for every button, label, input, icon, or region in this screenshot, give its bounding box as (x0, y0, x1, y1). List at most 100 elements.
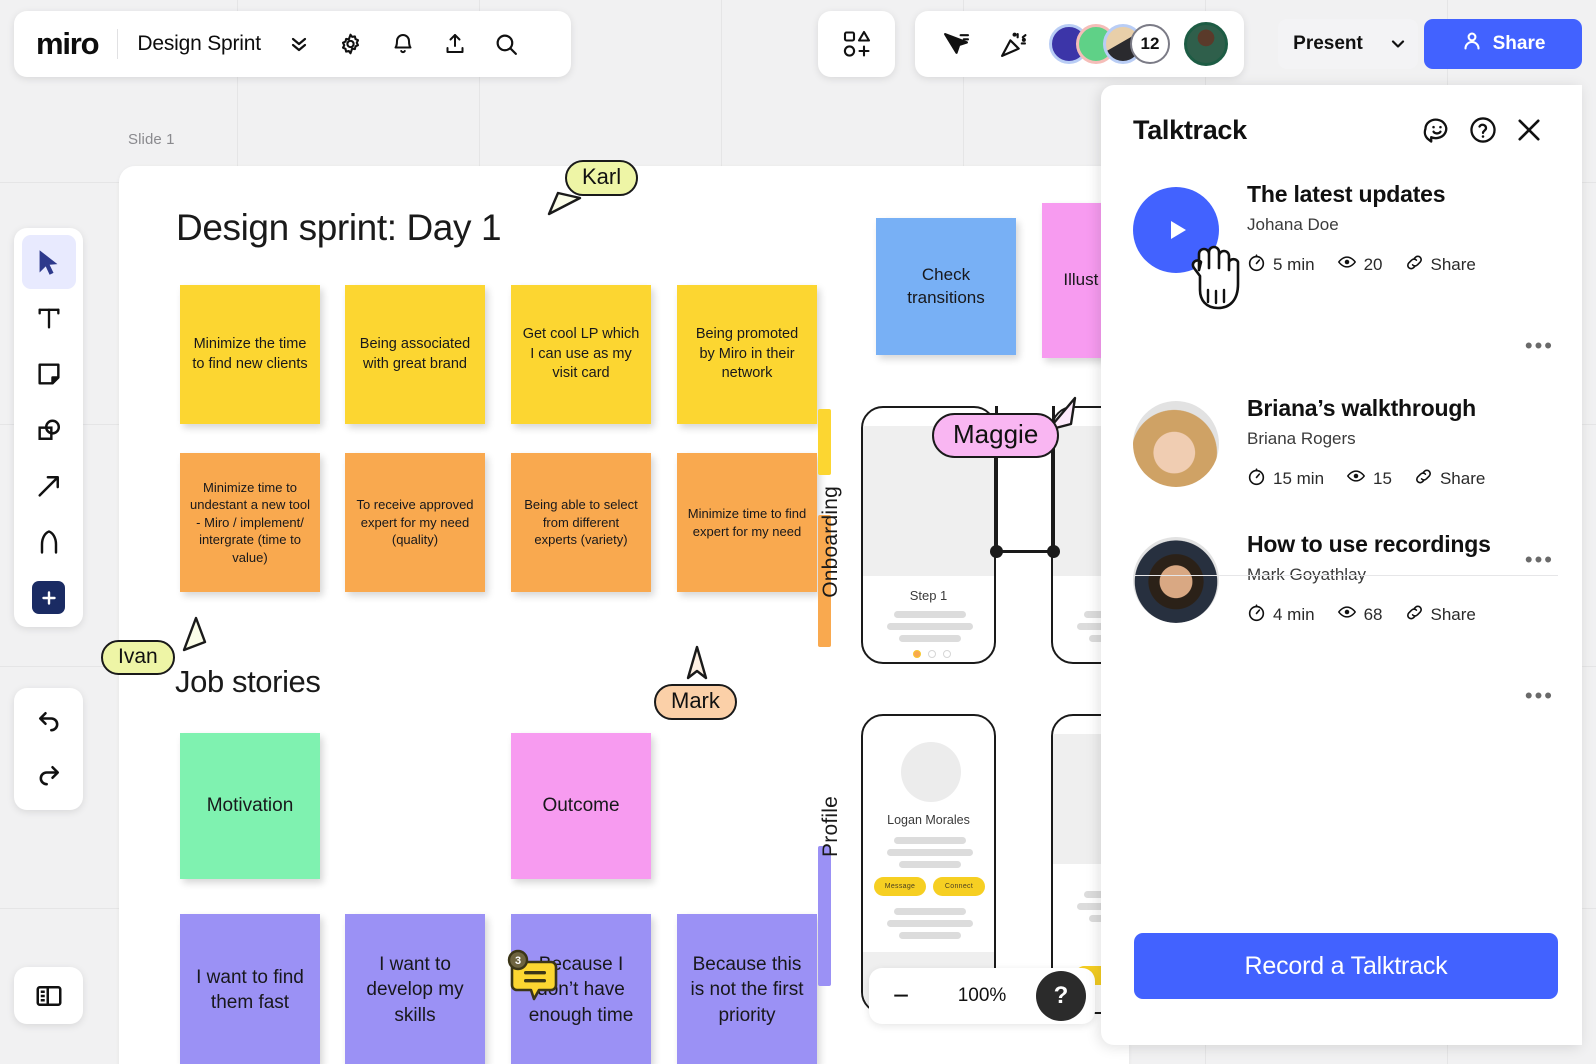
bell-icon[interactable] (381, 22, 425, 66)
gear-icon[interactable] (329, 22, 373, 66)
share-meta[interactable]: Share (1414, 467, 1485, 491)
duration-meta: 5 min (1247, 253, 1315, 277)
more-options-button[interactable]: ••• (1525, 683, 1554, 709)
sticky-note[interactable]: Minimize the time to find new clients (180, 285, 320, 424)
feedback-smiley-icon[interactable] (1414, 107, 1460, 153)
present-button[interactable]: Present (1278, 33, 1378, 55)
share-meta[interactable]: Share (1405, 603, 1476, 627)
close-icon[interactable] (1506, 107, 1552, 153)
more-options-button[interactable]: ••• (1525, 333, 1554, 359)
sticky-note[interactable]: I want to find them fast (180, 914, 320, 1064)
redo-icon[interactable] (22, 749, 76, 803)
sticky-note[interactable]: Get cool LP which I can use as my visit … (511, 285, 651, 424)
duration-value: 5 min (1273, 254, 1315, 274)
talktrack-item-meta: 15 min 15 Share (1247, 466, 1558, 491)
talktrack-item-title[interactable]: The latest updates (1247, 181, 1558, 208)
sticky-note[interactable]: I want to develop my skills (345, 914, 485, 1064)
sticky-note-tool[interactable] (22, 347, 76, 401)
sticky-note[interactable]: Outcome (511, 733, 651, 879)
cursor-pointer-mark (681, 642, 713, 689)
present-control[interactable]: Present (1278, 19, 1418, 69)
left-toolbar (14, 228, 83, 627)
top-toolbar: miro Design Sprint (14, 11, 571, 77)
help-button[interactable]: ? (1036, 971, 1086, 1021)
sticky-note[interactable]: Check transitions (876, 218, 1016, 355)
divider (1133, 575, 1558, 576)
connector-dot (990, 545, 1003, 558)
select-tool[interactable] (21, 235, 76, 289)
sticky-note[interactable]: Minimize time to find expert for my need (677, 453, 817, 592)
views-meta: 68 (1337, 602, 1383, 627)
sticky-note-text: Because this is not the first priority (690, 953, 804, 1026)
wireframe-line (899, 861, 961, 868)
chevron-down-icon[interactable] (1378, 35, 1418, 53)
avatar-overflow-count[interactable]: 12 (1130, 24, 1170, 64)
duration-meta: 15 min (1247, 467, 1324, 491)
sticky-note-text: Check transitions (907, 264, 985, 307)
sticky-note-text: Being promoted by Miro in their network (695, 326, 799, 382)
sticky-note[interactable]: Minimize time to undestant a new tool - … (180, 453, 320, 592)
sticky-note-text: I want to find them fast (196, 966, 304, 1013)
sticky-note[interactable]: Being promoted by Miro in their network (677, 285, 817, 424)
text-tool[interactable] (22, 291, 76, 345)
talktrack-list-item[interactable]: How to use recordings Mark Goyathlay 4 m… (1133, 531, 1558, 708)
zoom-out-button[interactable]: − (885, 980, 917, 1012)
talktrack-item-title[interactable]: Briana’s walkthrough (1247, 395, 1558, 422)
connector-dot (1047, 545, 1060, 558)
upload-icon[interactable] (433, 22, 477, 66)
comment-count: 3 (515, 955, 521, 967)
cursor-share-icon[interactable] (933, 22, 977, 66)
sticky-note[interactable]: Being able to select from different expe… (511, 453, 651, 592)
wireframe-line (894, 611, 966, 618)
zoom-level[interactable]: 100% (958, 985, 1007, 1007)
views-meta: 20 (1337, 252, 1383, 277)
cursor-label-maggie: Maggie (932, 413, 1060, 458)
talktrack-item-title[interactable]: How to use recordings (1247, 531, 1558, 558)
talktrack-item-body: How to use recordings Mark Goyathlay 4 m… (1247, 531, 1558, 627)
slide-frame[interactable]: Design sprint: Day 1 Job stories Minimiz… (119, 166, 1129, 1064)
chevron-double-down-icon[interactable] (277, 22, 321, 66)
wireframe-profile-name: Logan Morales (887, 813, 970, 827)
comment-pin[interactable]: 3 (507, 948, 563, 1004)
talktrack-item-meta: 5 min 20 Share (1247, 252, 1558, 277)
sticky-note[interactable]: Being associated with great brand (345, 285, 485, 424)
record-talktrack-button[interactable]: Record a Talktrack (1134, 933, 1558, 999)
avatar-current-user[interactable] (1184, 22, 1228, 66)
sticky-note-text: Minimize time to undestant a new tool - … (190, 479, 310, 565)
sticky-note-text: Being associated with great brand (359, 336, 471, 372)
talktrack-title: Talktrack (1133, 114, 1247, 145)
frame-label[interactable]: Slide 1 (128, 131, 175, 148)
shapes-tool[interactable] (22, 403, 76, 457)
sticky-note-text: Outcome (542, 795, 620, 817)
sticky-note-text: To receive approved expert for my need (… (356, 497, 474, 548)
connector-line (995, 550, 1055, 553)
board-title[interactable]: Design Sprint (137, 32, 261, 56)
wireframe-message-button[interactable]: Message (874, 877, 926, 896)
miro-logo[interactable]: miro (36, 26, 100, 62)
share-button[interactable]: Share (1424, 19, 1582, 69)
avatar-stack[interactable]: 12 (1049, 24, 1170, 64)
share-meta[interactable]: Share (1405, 253, 1476, 277)
band-bar-yellow (818, 409, 831, 475)
connector-tool[interactable] (22, 459, 76, 513)
talktrack-item-author: Briana Rogers (1247, 429, 1356, 448)
celebrate-icon[interactable] (991, 22, 1035, 66)
help-circle-icon[interactable] (1460, 107, 1506, 153)
talktrack-list-item[interactable]: Briana’s walkthrough Briana Rogers 15 mi… (1133, 395, 1558, 572)
wireframe-line (887, 623, 973, 630)
sticky-note[interactable]: Because this is not the first priority (677, 914, 817, 1064)
side-panel-toggle[interactable] (14, 967, 83, 1024)
more-apps-tool[interactable] (32, 581, 65, 614)
avatar[interactable] (1133, 401, 1219, 487)
undo-icon[interactable] (22, 695, 76, 749)
avatar[interactable] (1133, 537, 1219, 623)
sticky-note[interactable]: Motivation (180, 733, 320, 879)
pen-tool[interactable] (22, 515, 76, 569)
sticky-note[interactable]: To receive approved expert for my need (… (345, 453, 485, 592)
shapes-panel-button[interactable] (818, 11, 895, 77)
band-label-onboarding: Onboarding (819, 486, 842, 598)
collaboration-bar: 12 (915, 11, 1244, 77)
wireframe-connect-button[interactable]: Connect (933, 877, 985, 896)
talktrack-header: Talktrack (1101, 85, 1582, 175)
search-icon[interactable] (485, 22, 529, 66)
